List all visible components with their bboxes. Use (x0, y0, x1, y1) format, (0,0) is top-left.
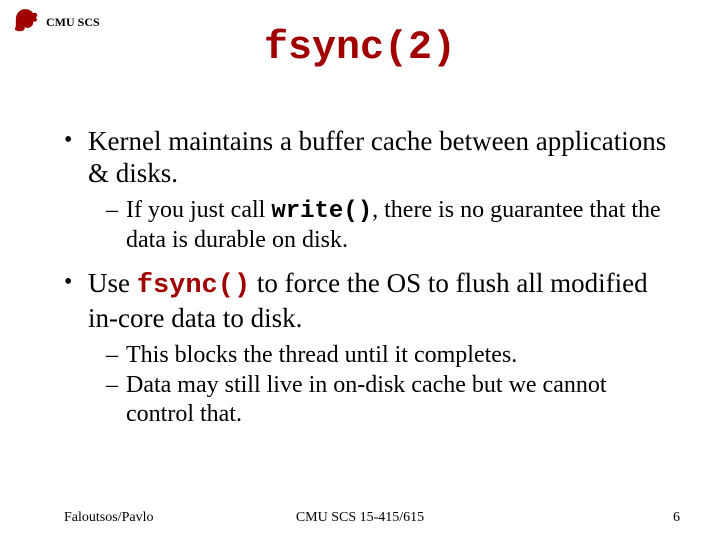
sub-bullet-item: If you just call write(), there is no gu… (106, 196, 672, 255)
slide-body: Kernel maintains a buffer cache between … (64, 126, 672, 442)
footer-page-number: 6 (673, 510, 680, 526)
sub-text-pre: If you just call (126, 197, 271, 223)
bullet-item: Kernel maintains a buffer cache between … (64, 126, 672, 254)
bullet-text: Kernel maintains a buffer cache between … (88, 126, 666, 188)
sub-bullet-item: Data may still live in on-disk cache but… (106, 371, 672, 428)
bullet-text-pre: Use (88, 268, 137, 298)
sub-text: This blocks the thread until it complete… (126, 342, 517, 368)
sub-bullet-item: This blocks the thread until it complete… (106, 341, 672, 369)
footer-left: Faloutsos/Pavlo (64, 510, 153, 526)
slide: CMU SCS fsync(2) Kernel maintains a buff… (0, 0, 720, 540)
footer-center: CMU SCS 15-415/615 (296, 510, 424, 526)
inline-code: fsync() (137, 271, 250, 301)
sub-text: Data may still live in on-disk cache but… (126, 372, 607, 426)
bullet-item: Use fsync() to force the OS to flush all… (64, 268, 672, 428)
slide-title: fsync(2) (0, 26, 720, 71)
inline-code: write() (271, 198, 372, 225)
